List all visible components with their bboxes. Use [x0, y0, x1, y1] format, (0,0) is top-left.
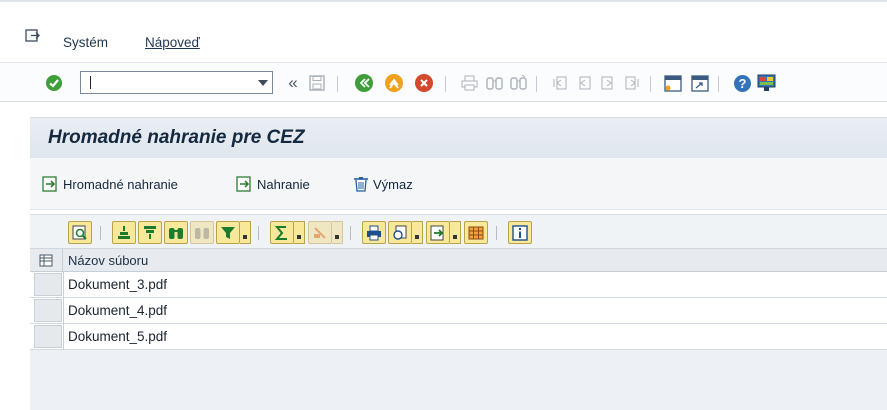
menu-exit-icon[interactable]: [25, 29, 40, 42]
print-icon[interactable]: [459, 73, 479, 93]
last-page-icon[interactable]: [622, 73, 642, 93]
print-preview-icon[interactable]: [362, 221, 386, 244]
trash-icon: [354, 177, 368, 192]
exit-icon[interactable]: [384, 73, 404, 93]
row-selector[interactable]: [34, 273, 62, 296]
find-icon[interactable]: [484, 73, 504, 93]
shortcut-icon[interactable]: [690, 73, 710, 93]
layout-grid-icon[interactable]: [464, 221, 488, 244]
view-dropdown[interactable]: [412, 221, 423, 244]
page-title: Hromadné nahranie pre CEZ: [48, 127, 305, 148]
table-row[interactable]: Dokument_4.pdf: [30, 298, 887, 324]
upload-icon: [42, 176, 57, 192]
screen-title-bar: Hromadné nahranie pre CEZ: [30, 117, 887, 158]
upload-label: Nahranie: [257, 176, 310, 192]
previous-page-icon[interactable]: [574, 73, 594, 93]
filter-icon[interactable]: [216, 221, 240, 244]
column-divider: [63, 272, 64, 350]
history-back-icon[interactable]: «: [283, 73, 303, 93]
enter-check-icon[interactable]: [44, 73, 64, 93]
filename-cell: Dokument_3.pdf: [68, 277, 168, 292]
sort-descending-icon[interactable]: [138, 221, 162, 244]
filename-cell: Dokument_5.pdf: [68, 329, 168, 344]
grid-toolbar: [30, 214, 887, 248]
info-icon[interactable]: [508, 221, 532, 244]
row-selector[interactable]: [34, 299, 62, 322]
back-icon[interactable]: [354, 73, 374, 93]
mass-upload-button[interactable]: Hromadné nahranie: [42, 173, 178, 195]
table-header: Názov súboru: [30, 248, 887, 272]
text-cursor: [90, 76, 91, 89]
subtotals-icon[interactable]: [308, 221, 332, 244]
command-field[interactable]: [80, 71, 273, 94]
export-icon[interactable]: [426, 221, 450, 244]
table-row[interactable]: Dokument_3.pdf: [30, 272, 887, 298]
column-header-filename[interactable]: Názov súboru: [68, 253, 148, 268]
new-session-icon[interactable]: [663, 73, 683, 93]
menu-system[interactable]: Systém: [63, 35, 108, 50]
sort-ascending-icon[interactable]: [112, 221, 136, 244]
svg-text:?: ?: [738, 76, 746, 91]
details-icon[interactable]: [68, 221, 92, 244]
next-page-icon[interactable]: [598, 73, 618, 93]
file-table: Názov súboru Dokument_3.pdf Dokument_4.p…: [30, 248, 887, 410]
filename-cell: Dokument_4.pdf: [68, 303, 168, 318]
sum-icon[interactable]: [270, 221, 294, 244]
mass-upload-label: Hromadné nahranie: [63, 176, 178, 192]
cancel-icon[interactable]: [414, 73, 434, 93]
export-dropdown[interactable]: [450, 221, 461, 244]
subtotals-dropdown[interactable]: [332, 221, 343, 244]
standard-toolbar: « ?: [0, 62, 887, 102]
delete-label: Výmaz: [373, 176, 413, 192]
help-icon[interactable]: ?: [732, 73, 752, 93]
application-toolbar: Hromadné nahranie Nahranie Výmaz: [30, 158, 887, 210]
find-icon[interactable]: [164, 221, 188, 244]
customize-layout-icon[interactable]: [756, 73, 776, 93]
menu-bar: Systém Nápoveď: [0, 0, 887, 60]
view-icon[interactable]: [388, 221, 412, 244]
find-next-icon[interactable]: [190, 221, 214, 244]
command-dropdown-icon[interactable]: [258, 80, 268, 86]
sum-dropdown[interactable]: [294, 221, 305, 244]
upload-button[interactable]: Nahranie: [236, 173, 310, 195]
upload-icon: [236, 176, 251, 192]
first-page-icon[interactable]: [550, 73, 570, 93]
table-row[interactable]: Dokument_5.pdf: [30, 324, 887, 350]
find-next-icon[interactable]: [508, 73, 528, 93]
select-all-icon[interactable]: [30, 249, 63, 272]
delete-button[interactable]: Výmaz: [352, 173, 413, 195]
save-icon[interactable]: [307, 73, 327, 93]
menu-help[interactable]: Nápoveď: [145, 35, 200, 50]
filter-dropdown[interactable]: [240, 221, 251, 244]
row-selector[interactable]: [34, 325, 62, 348]
